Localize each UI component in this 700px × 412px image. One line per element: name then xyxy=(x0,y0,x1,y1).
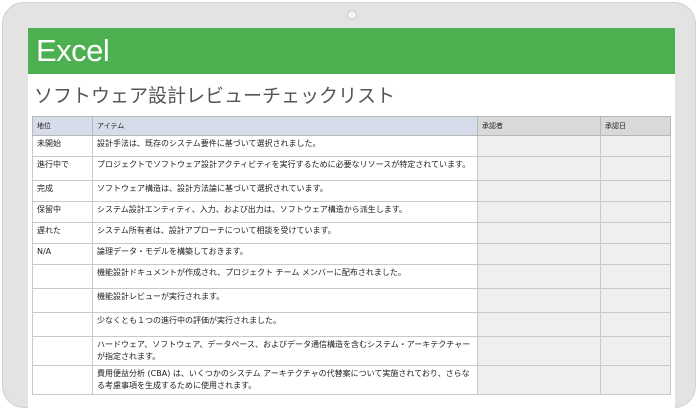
approver-cell[interactable] xyxy=(477,201,601,223)
item-cell[interactable]: ソフトウェア構造は、設計方法論に基づいて選択されています。 xyxy=(92,180,478,202)
item-cell[interactable]: 費用便益分析 (CBA) は、いくつかのシステム アーキテクチャの代替案について… xyxy=(92,365,478,395)
table-row: 費用便益分析 (CBA) は、いくつかのシステム アーキテクチャの代替案について… xyxy=(32,365,671,395)
date-cell[interactable] xyxy=(600,135,671,157)
date-cell[interactable] xyxy=(600,180,671,202)
header-row: 地位 アイテム 承認者 承認日 xyxy=(32,116,671,136)
approver-cell[interactable] xyxy=(477,180,601,202)
date-cell[interactable] xyxy=(600,365,671,395)
status-cell[interactable]: 保留中 xyxy=(32,201,93,223)
status-cell[interactable] xyxy=(32,336,93,366)
table-row: N/A 論理データ・モデルを構築しておきます。 xyxy=(32,243,671,265)
table-row: 未開始 設計手法は、既存のシステム要件に基づいて選択されました。 xyxy=(32,135,671,157)
approver-cell[interactable] xyxy=(477,222,601,244)
item-cell[interactable]: 設計手法は、既存のシステム要件に基づいて選択されました。 xyxy=(92,135,478,157)
approver-cell[interactable] xyxy=(477,312,601,337)
column-header-status[interactable]: 地位 xyxy=(32,116,93,136)
device-frame: Excel ソフトウェア設計レビューチェックリスト 地位 アイテム 承認者 承認… xyxy=(2,2,696,412)
date-cell[interactable] xyxy=(600,156,671,181)
column-header-item[interactable]: アイテム xyxy=(92,116,478,136)
table-row: 保留中 システム設計エンティティ、入力、および出力は、ソフトウェア構造から派生し… xyxy=(32,201,671,223)
approver-cell[interactable] xyxy=(477,156,601,181)
status-cell[interactable]: 未開始 xyxy=(32,135,93,157)
table-row: 完成 ソフトウェア構造は、設計方法論に基づいて選択されています。 xyxy=(32,180,671,202)
approver-cell[interactable] xyxy=(477,288,601,313)
item-cell[interactable]: 少なくとも１つの進行中の評価が実行されました。 xyxy=(92,312,478,337)
item-cell[interactable]: システム設計エンティティ、入力、および出力は、ソフトウェア構造から派生します。 xyxy=(92,201,478,223)
sheet-title: ソフトウェア設計レビューチェックリスト xyxy=(34,85,396,107)
approver-cell[interactable] xyxy=(477,243,601,265)
item-cell[interactable]: 論理データ・モデルを構築しておきます。 xyxy=(92,243,478,265)
approver-cell[interactable] xyxy=(477,365,601,395)
table-row: ハードウェア、ソフトウェア、データベース、およびデータ通信構造を含むシステム・ア… xyxy=(32,336,671,366)
date-cell[interactable] xyxy=(600,288,671,313)
approver-cell[interactable] xyxy=(477,336,601,366)
date-cell[interactable] xyxy=(600,243,671,265)
date-cell[interactable] xyxy=(600,222,671,244)
date-cell[interactable] xyxy=(600,336,671,366)
table-row: 機能設計レビューが実行されます。 xyxy=(32,288,671,313)
column-header-date[interactable]: 承認日 xyxy=(600,116,671,136)
app-title: Excel xyxy=(36,33,110,68)
table-row: 少なくとも１つの進行中の評価が実行されました。 xyxy=(32,312,671,337)
status-cell[interactable] xyxy=(32,288,93,313)
column-header-approver[interactable]: 承認者 xyxy=(477,116,601,136)
approver-cell[interactable] xyxy=(477,135,601,157)
status-cell[interactable]: 遅れた xyxy=(32,222,93,244)
approver-cell[interactable] xyxy=(477,264,601,289)
table-row: 機能設計ドキュメントが作成され、プロジェクト チーム メンバーに配布されました。 xyxy=(32,264,671,289)
item-cell[interactable]: プロジェクトでソフトウェア設計アクティビティを実行するために必要なリソースが特定… xyxy=(92,156,478,181)
item-cell[interactable]: 機能設計ドキュメントが作成され、プロジェクト チーム メンバーに配布されました。 xyxy=(92,264,478,289)
item-cell[interactable]: ハードウェア、ソフトウェア、データベース、およびデータ通信構造を含むシステム・ア… xyxy=(92,336,478,366)
screen: Excel ソフトウェア設計レビューチェックリスト 地位 アイテム 承認者 承認… xyxy=(28,28,675,412)
status-cell[interactable] xyxy=(32,312,93,337)
date-cell[interactable] xyxy=(600,264,671,289)
status-cell[interactable]: 進行中で xyxy=(32,156,93,181)
table-row: 進行中で プロジェクトでソフトウェア設計アクティビティを実行するために必要なリソ… xyxy=(32,156,671,181)
status-cell[interactable]: N/A xyxy=(32,243,93,265)
app-banner: Excel xyxy=(28,28,675,74)
status-cell[interactable] xyxy=(32,264,93,289)
item-cell[interactable]: 機能設計レビューが実行されます。 xyxy=(92,288,478,313)
item-cell[interactable]: システム所有者は、設計アプローチについて相談を受けています。 xyxy=(92,222,478,244)
status-cell[interactable] xyxy=(32,365,93,395)
date-cell[interactable] xyxy=(600,312,671,337)
table-row: 遅れた システム所有者は、設計アプローチについて相談を受けています。 xyxy=(32,222,671,244)
status-cell[interactable]: 完成 xyxy=(32,180,93,202)
date-cell[interactable] xyxy=(600,201,671,223)
checklist-table: 地位 アイテム 承認者 承認日 未開始 設計手法は、既存のシステム要件に基づいて… xyxy=(32,116,671,395)
camera-dot xyxy=(347,10,357,20)
